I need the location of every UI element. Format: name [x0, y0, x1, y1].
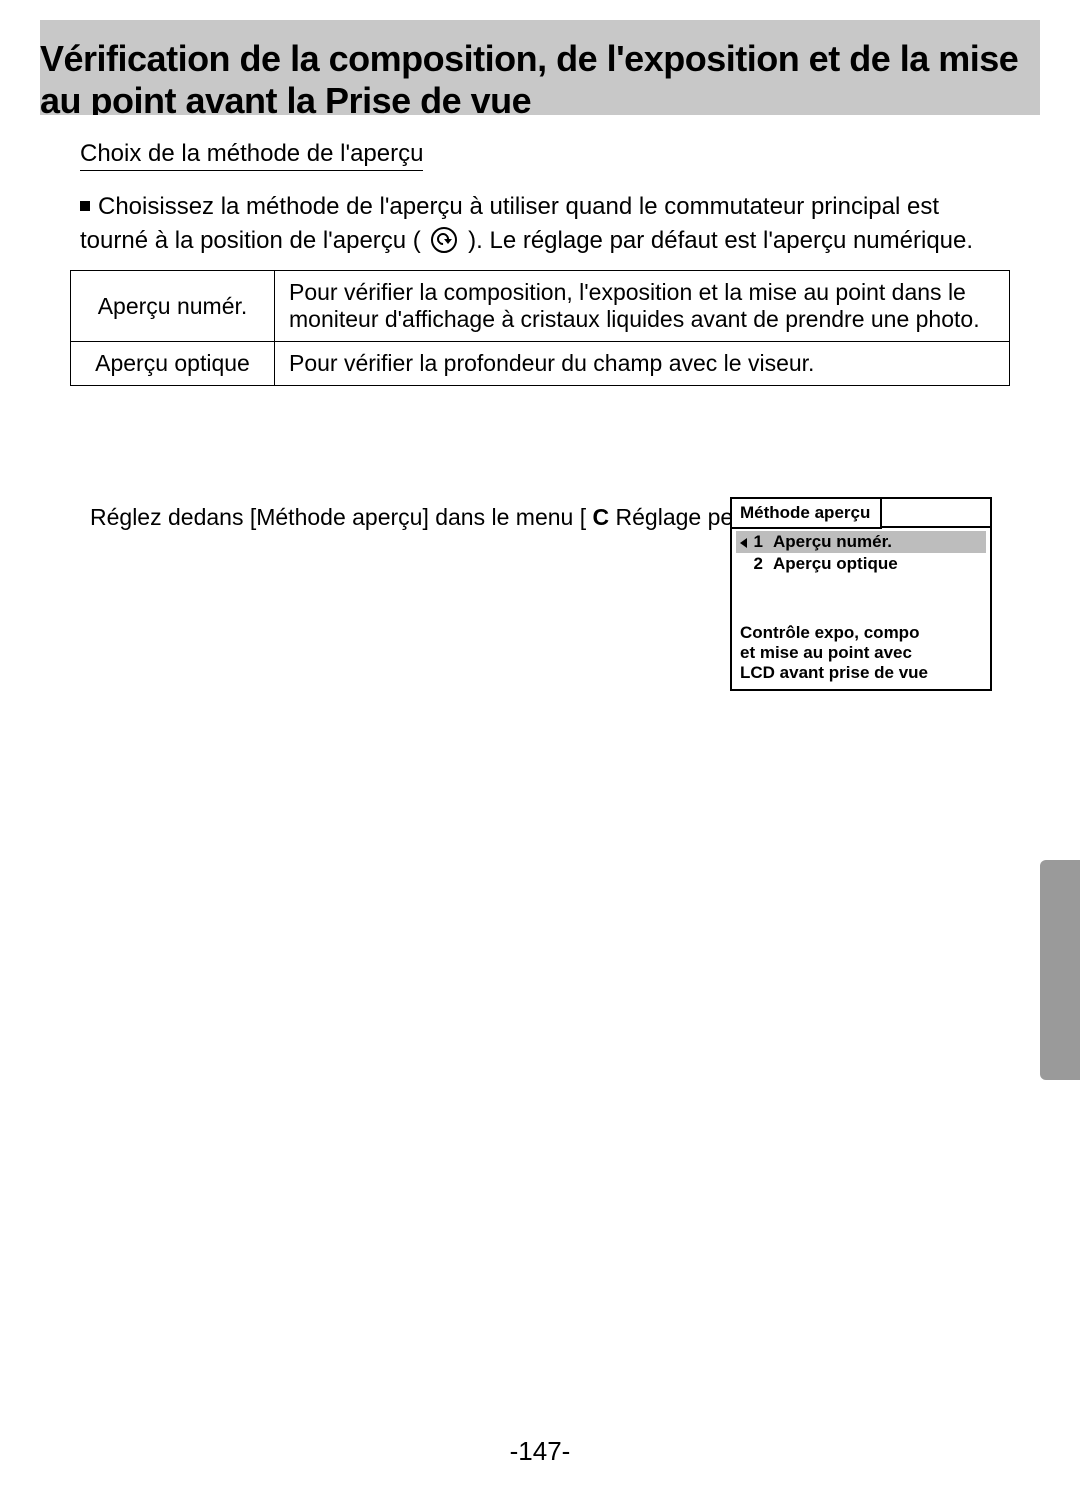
instr-pre: Réglez dedans [Méthode aperçu] dans le m…	[90, 504, 586, 530]
page-title: Vérification de la composition, de l'exp…	[40, 38, 1040, 122]
preview-dial-icon	[431, 227, 457, 253]
menu-item-apercu-numer: 1 Aperçu numér.	[736, 531, 986, 553]
mode-optical-desc: Pour vérifier la profondeur du champ ave…	[275, 342, 1010, 386]
menu-item-number: 1	[749, 532, 763, 552]
title-band: Vérification de la composition, de l'exp…	[40, 45, 1040, 115]
instruction-text: Réglez dedans [Méthode aperçu] dans le m…	[90, 504, 772, 531]
menu-item-number: 2	[749, 554, 763, 574]
bullet-icon	[80, 201, 90, 211]
mode-digital-label: Aperçu numér.	[71, 271, 275, 342]
menu-item-label: Aperçu numér.	[773, 532, 892, 551]
table-row: Aperçu optique Pour vérifier la profonde…	[71, 342, 1010, 386]
page-number: -147-	[0, 1436, 1080, 1467]
mode-optical-label: Aperçu optique	[71, 342, 275, 386]
menu-tab-line	[882, 524, 990, 528]
menu-desc-line: et mise au point avec	[740, 643, 982, 663]
menu-tab-label: Méthode aperçu	[732, 499, 882, 529]
content-area: Vérification de la composition, de l'exp…	[40, 20, 1040, 1450]
menu-item-apercu-optique: 2 Aperçu optique	[732, 553, 990, 575]
preview-modes-table: Aperçu numér. Pour vérifier la compositi…	[70, 270, 1010, 386]
custom-menu-c-icon: C	[593, 504, 610, 530]
section-label: Choix de la méthode de l'aperçu	[80, 140, 423, 171]
left-arrow-icon	[740, 538, 747, 548]
menu-item-label: Aperçu optique	[773, 554, 898, 573]
menu-description: Contrôle expo, compo et mise au point av…	[732, 620, 990, 689]
table-row: Aperçu numér. Pour vérifier la compositi…	[71, 271, 1010, 342]
menu-desc-line: LCD avant prise de vue	[740, 663, 982, 683]
section-thumb-tab	[1040, 860, 1080, 1080]
manual-page: Vérification de la composition, de l'exp…	[0, 0, 1080, 1507]
menu-desc-line: Contrôle expo, compo	[740, 623, 982, 643]
intro-paragraph: Choisissez la méthode de l'aperçu à util…	[80, 190, 1000, 258]
body: Choix de la méthode de l'aperçu Choisiss…	[40, 115, 1040, 1450]
menu-items: 1 Aperçu numér. 2 Aperçu optique	[732, 528, 990, 620]
intro-text-post: ). Le réglage par défaut est l'aperçu nu…	[468, 227, 973, 254]
camera-menu-screenshot: Méthode aperçu 1 Aperçu numér. 2 Aperçu op…	[730, 497, 992, 691]
mode-digital-desc: Pour vérifier la composition, l'expositi…	[275, 271, 1010, 342]
